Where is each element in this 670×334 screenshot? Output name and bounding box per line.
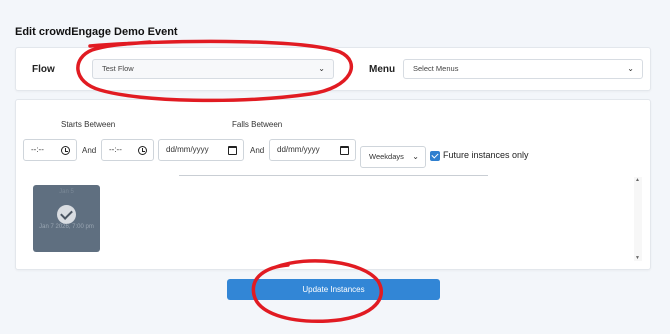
calendar-icon xyxy=(340,146,349,155)
chevron-down-icon: ⌄ xyxy=(318,64,325,73)
time-from-input[interactable]: --:-- xyxy=(23,139,77,161)
time-to-input[interactable]: --:-- xyxy=(101,139,154,161)
date-to-input[interactable]: dd/mm/yyyy xyxy=(269,139,356,161)
flow-label: Flow xyxy=(32,64,55,75)
chevron-down-icon: ⌄ xyxy=(412,152,419,161)
time-to-value: --:-- xyxy=(109,145,122,154)
flow-select[interactable]: Test Flow ⌄ xyxy=(92,59,334,79)
and-label-2: And xyxy=(250,146,265,155)
check-circle-icon xyxy=(57,205,76,224)
time-from-value: --:-- xyxy=(31,145,44,154)
menu-select-placeholder: Select Menus xyxy=(413,64,459,73)
flow-select-value: Test Flow xyxy=(102,64,134,73)
date-from-value: dd/mm/yyyy xyxy=(166,145,209,154)
starts-between-label: Starts Between xyxy=(61,120,116,129)
scroll-down-icon[interactable]: ▼ xyxy=(635,255,640,261)
instances-scrollbar[interactable]: ▲ ▼ xyxy=(634,177,642,261)
update-instances-button[interactable]: Update Instances xyxy=(227,279,440,300)
divider xyxy=(179,175,488,176)
chevron-down-icon: ⌄ xyxy=(627,64,634,73)
menu-select[interactable]: Select Menus ⌄ xyxy=(403,59,643,79)
falls-between-label: Falls Between xyxy=(232,120,283,129)
calendar-icon xyxy=(228,146,237,155)
future-only-label[interactable]: Future instances only xyxy=(443,150,529,160)
date-to-value: dd/mm/yyyy xyxy=(277,145,320,154)
instance-tile-top-text: Jan 5 xyxy=(59,189,74,195)
weekdays-select[interactable]: Weekdays ⌄ xyxy=(360,146,426,168)
future-only-checkbox[interactable] xyxy=(430,151,440,161)
instance-tile-caption: Jan 7 2026, 7:00 pm xyxy=(39,224,94,230)
clock-icon xyxy=(61,146,70,155)
menu-label: Menu xyxy=(369,64,396,75)
and-label-1: And xyxy=(82,146,97,155)
instance-tile[interactable]: Jan 5 Jan 7 2026, 7:00 pm xyxy=(33,185,100,252)
clock-icon xyxy=(138,146,147,155)
scroll-up-icon[interactable]: ▲ xyxy=(635,177,640,183)
page-title: Edit crowdEngage Demo Event xyxy=(15,26,178,38)
date-from-input[interactable]: dd/mm/yyyy xyxy=(158,139,244,161)
weekdays-select-value: Weekdays xyxy=(369,152,404,161)
